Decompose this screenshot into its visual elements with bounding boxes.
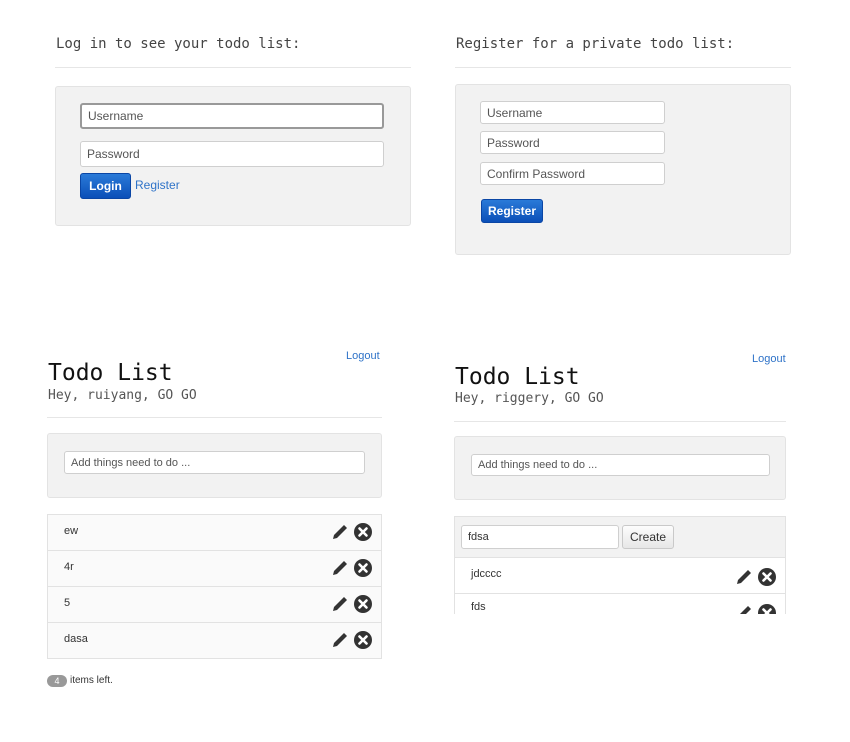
- register-heading: Register for a private todo list:: [456, 36, 735, 52]
- todo-item-text: 5: [64, 597, 71, 609]
- close-circle-icon[interactable]: [353, 630, 373, 650]
- add-todo-input[interactable]: Add things need to do ...: [64, 451, 365, 474]
- todo-item-text: ew: [64, 525, 79, 537]
- register-button[interactable]: Register: [481, 199, 543, 223]
- register-password-input[interactable]: Password: [480, 131, 665, 154]
- todo-item[interactable]: 5: [47, 586, 382, 623]
- todo-item[interactable]: dasa: [47, 622, 382, 659]
- login-button[interactable]: Login: [80, 173, 131, 199]
- todo-item-text: fds: [471, 601, 486, 613]
- close-circle-icon[interactable]: [353, 522, 373, 542]
- close-circle-icon[interactable]: [757, 567, 777, 587]
- greeting: Hey, riggery, GO GO: [455, 391, 604, 406]
- login-heading: Log in to see your todo list:: [56, 36, 301, 52]
- password-input[interactable]: Password: [80, 141, 384, 167]
- pencil-icon[interactable]: [734, 603, 754, 614]
- todo-item[interactable]: jdcccc: [454, 557, 786, 594]
- create-button[interactable]: Create: [622, 525, 674, 549]
- page-title: Todo List: [455, 364, 580, 390]
- todo-divider: [454, 421, 786, 422]
- todo-item[interactable]: 4r: [47, 550, 382, 587]
- pencil-icon[interactable]: [330, 594, 350, 614]
- todo-item-text: jdcccc: [471, 568, 502, 580]
- logout-link[interactable]: Logout: [752, 353, 786, 365]
- greeting: Hey, ruiyang, GO GO: [48, 388, 197, 403]
- pencil-icon[interactable]: [330, 630, 350, 650]
- pencil-icon[interactable]: [734, 567, 754, 587]
- pencil-icon[interactable]: [330, 522, 350, 542]
- add-todo-input[interactable]: Add things need to do ...: [471, 454, 770, 476]
- todo-list: fdsa Create jdcccc fds: [454, 516, 786, 614]
- close-circle-icon[interactable]: [757, 603, 777, 614]
- edit-todo-input[interactable]: fdsa: [461, 525, 619, 549]
- login-divider: [55, 67, 411, 68]
- todo-item[interactable]: fds: [454, 593, 786, 614]
- todo-item-text: 4r: [64, 561, 74, 573]
- register-divider: [455, 67, 791, 68]
- register-username-input[interactable]: Username: [480, 101, 665, 124]
- logout-link[interactable]: Logout: [346, 350, 380, 362]
- register-confirm-password-input[interactable]: Confirm Password: [480, 162, 665, 185]
- close-circle-icon[interactable]: [353, 558, 373, 578]
- todo-divider: [47, 417, 382, 418]
- pencil-icon[interactable]: [330, 558, 350, 578]
- close-circle-icon[interactable]: [353, 594, 373, 614]
- todo-item[interactable]: ew: [47, 514, 382, 551]
- items-count-badge: 4: [47, 675, 67, 687]
- todo-item-text: dasa: [64, 633, 88, 645]
- items-left-label: items left.: [70, 675, 113, 686]
- page-title: Todo List: [48, 360, 173, 386]
- todo-item-editing: fdsa Create: [454, 516, 786, 558]
- username-input[interactable]: Username: [80, 103, 384, 129]
- register-link[interactable]: Register: [135, 178, 180, 192]
